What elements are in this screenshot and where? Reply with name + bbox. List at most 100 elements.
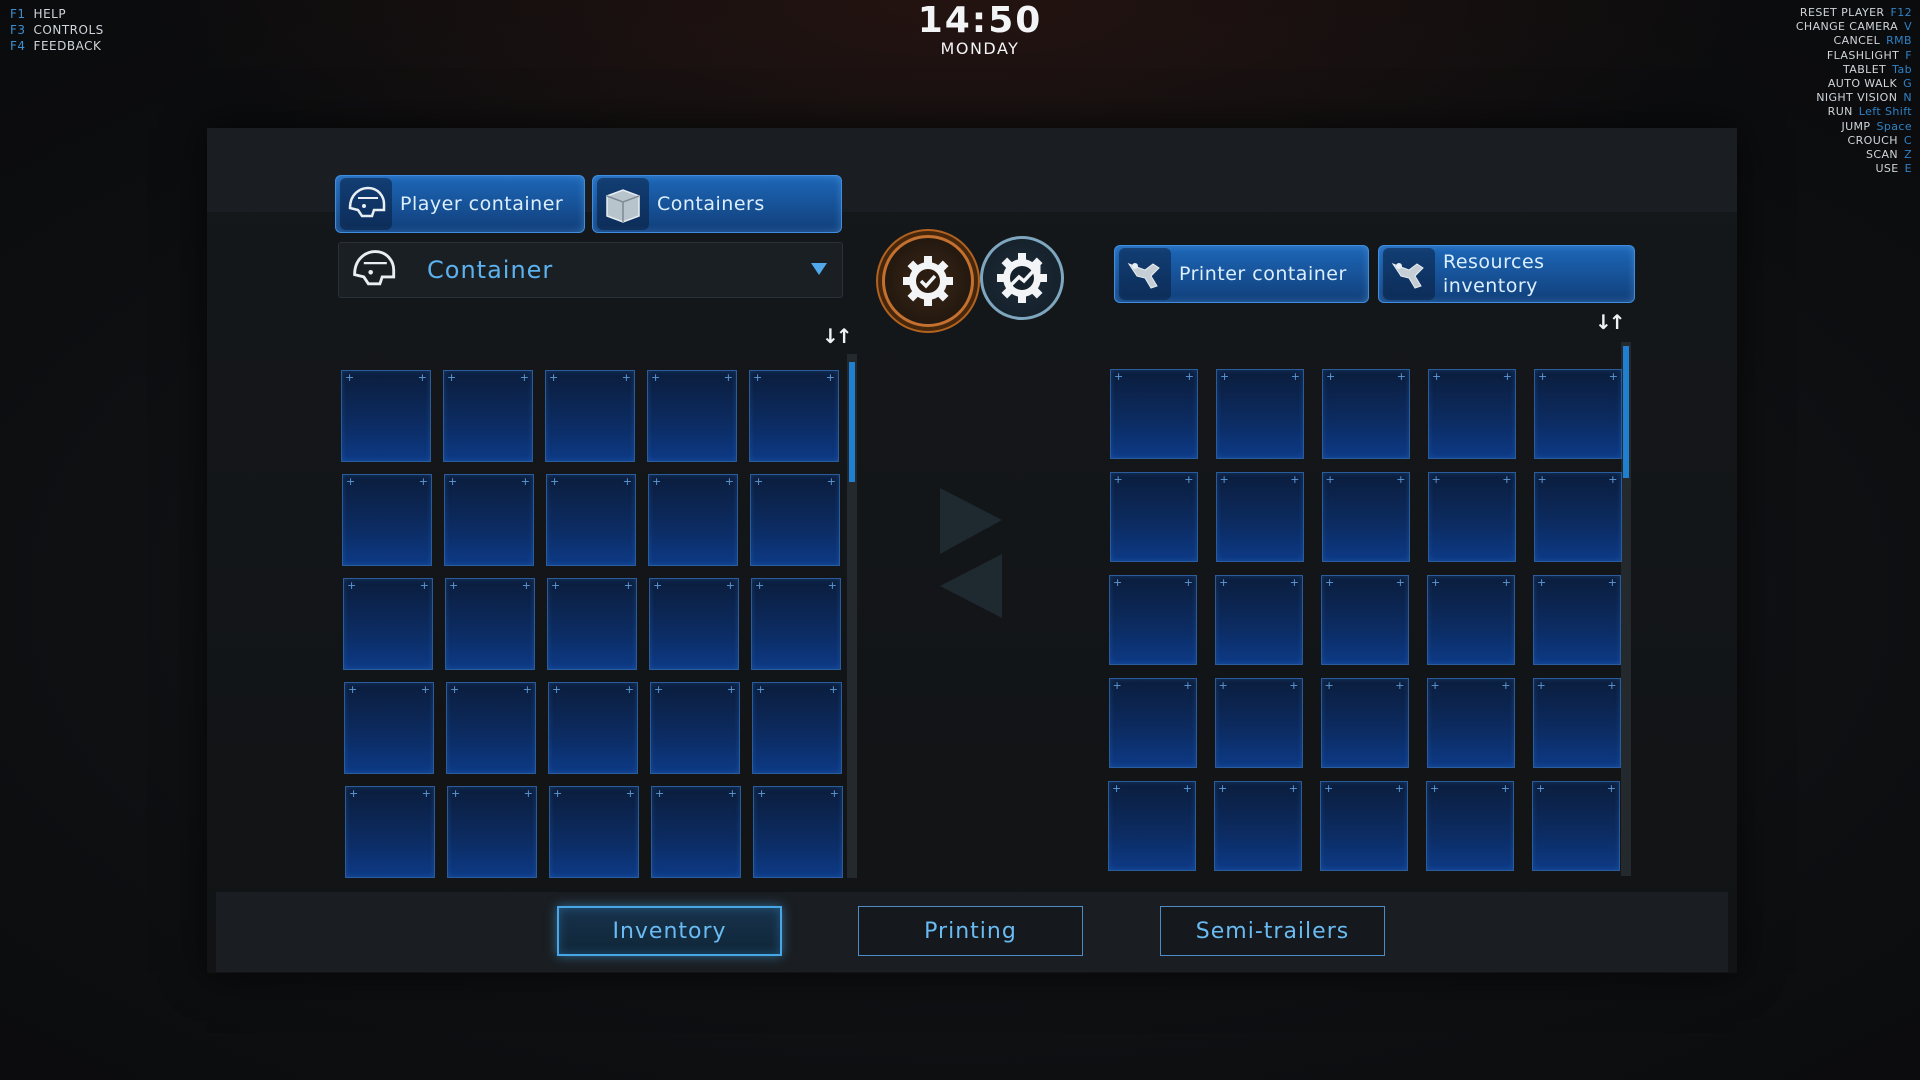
slot-corner-mark: +: [451, 787, 461, 800]
transfer-right-arrow-icon[interactable]: [940, 488, 1002, 554]
inventory-slot[interactable]: + +: [1321, 575, 1409, 665]
tab-containers[interactable]: Containers: [592, 175, 842, 233]
inventory-slot[interactable]: + +: [750, 474, 840, 566]
nav-semi-trailers-button[interactable]: Semi-trailers: [1160, 906, 1385, 956]
inventory-slot[interactable]: + +: [1534, 369, 1622, 459]
slot-corner-mark: +: [522, 683, 532, 696]
inventory-slot[interactable]: + +: [1109, 472, 1198, 562]
inventory-slot[interactable]: + +: [1427, 575, 1515, 665]
tab-player-container[interactable]: Player container: [335, 175, 585, 233]
inventory-slot[interactable]: + +: [445, 578, 535, 670]
hotkey-list-left: F1 HELP F3 CONTROLS F4 FEEDBACK: [10, 6, 104, 54]
right-scrollbar-thumb[interactable]: [1623, 346, 1629, 478]
inventory-slot[interactable]: + +: [1110, 369, 1198, 459]
slot-corner-mark: +: [551, 579, 561, 592]
slot-corner-mark: +: [1219, 576, 1229, 589]
inventory-slot[interactable]: + +: [447, 786, 537, 878]
inventory-slot[interactable]: + +: [1321, 472, 1410, 562]
right-scrollbar[interactable]: [1621, 342, 1631, 876]
inventory-slot[interactable]: + +: [446, 682, 536, 774]
inventory-slot[interactable]: + +: [647, 370, 737, 462]
tab-resources-inventory[interactable]: Resources inventory: [1378, 245, 1635, 303]
slot-corner-mark: +: [1218, 782, 1228, 795]
inventory-slot[interactable]: + +: [751, 578, 841, 670]
slot-corner-mark: +: [1325, 576, 1335, 589]
hotkey-list-right: RESET PLAYER F12 CHANGE CAMERA V CANCEL RMB…: [1796, 6, 1912, 176]
inventory-slot[interactable]: + +: [444, 474, 534, 566]
inventory-slot[interactable]: + +: [1320, 781, 1408, 871]
inventory-slot[interactable]: + +: [1427, 472, 1516, 562]
inventory-slot[interactable]: + +: [1426, 678, 1515, 768]
inventory-slot[interactable]: + +: [752, 682, 842, 774]
inventory-slot[interactable]: + +: [1322, 369, 1410, 459]
inventory-slot[interactable]: + +: [548, 682, 638, 774]
inventory-slot[interactable]: + +: [1533, 575, 1621, 665]
inventory-slot[interactable]: + +: [1215, 575, 1303, 665]
inventory-slot[interactable]: + +: [443, 370, 533, 462]
tab-printer-container[interactable]: Printer container: [1114, 245, 1369, 303]
hotkey-use: USE E: [1875, 162, 1912, 176]
slot-corner-mark: +: [1607, 679, 1617, 692]
inventory-slot[interactable]: + +: [649, 578, 739, 670]
inventory-slot[interactable]: + +: [650, 682, 740, 774]
slot-corner-mark: +: [1184, 473, 1194, 486]
inventory-slot[interactable]: + +: [1426, 781, 1514, 871]
inventory-slot[interactable]: + +: [648, 474, 738, 566]
inventory-slot[interactable]: + +: [549, 786, 639, 878]
helmet-icon: [340, 178, 392, 230]
sort-icon[interactable]: ↓↑: [1595, 310, 1625, 334]
inventory-slot[interactable]: + +: [1214, 781, 1302, 871]
slot-corner-mark: +: [1219, 473, 1229, 486]
hotkey-night-vision: NIGHT VISION N: [1816, 91, 1912, 105]
inventory-slot[interactable]: + +: [1533, 472, 1622, 562]
slot-corner-mark: +: [450, 683, 460, 696]
inventory-slot[interactable]: + +: [547, 578, 637, 670]
inventory-slot[interactable]: + +: [546, 474, 636, 566]
inventory-slot[interactable]: + +: [1214, 678, 1303, 768]
inventory-slot[interactable]: + +: [1320, 678, 1409, 768]
slot-corner-mark: +: [623, 579, 633, 592]
slot-corner-mark: +: [755, 579, 765, 592]
auto-sort-button[interactable]: [980, 236, 1064, 320]
slot-corner-mark: +: [1607, 576, 1617, 589]
sort-icon[interactable]: ↓↑: [822, 324, 852, 348]
slot-corner-mark: +: [651, 371, 661, 384]
slot-corner-mark: +: [825, 371, 835, 384]
inventory-slot[interactable]: + +: [749, 370, 839, 462]
inventory-slot[interactable]: + +: [341, 370, 431, 462]
inventory-slot[interactable]: + +: [1108, 678, 1197, 768]
confirm-button[interactable]: [882, 235, 974, 327]
slot-corner-mark: +: [1288, 782, 1298, 795]
inventory-slot[interactable]: + +: [545, 370, 635, 462]
nav-inventory-button[interactable]: Inventory: [557, 906, 782, 956]
slot-corner-mark: +: [449, 579, 459, 592]
inventory-slot[interactable]: + +: [753, 786, 843, 878]
hotkey-reset-player: RESET PLAYER F12: [1799, 6, 1912, 19]
transfer-left-arrow-icon[interactable]: [940, 554, 1002, 618]
clock-time: 14:50: [917, 0, 1043, 41]
slot-corner-mark: +: [1113, 473, 1123, 486]
left-scrollbar-thumb[interactable]: [849, 362, 855, 482]
slot-corner-mark: +: [1324, 782, 1334, 795]
inventory-slot[interactable]: + +: [1109, 575, 1197, 665]
slot-corner-mark: +: [1113, 576, 1123, 589]
slot-corner-mark: +: [1536, 782, 1546, 795]
slot-corner-mark: +: [622, 475, 632, 488]
left-scrollbar[interactable]: [847, 354, 857, 878]
inventory-slot[interactable]: + +: [345, 786, 435, 878]
inventory-slot[interactable]: + +: [342, 474, 432, 566]
inventory-slot[interactable]: + +: [1216, 369, 1304, 459]
inventory-slot[interactable]: + +: [1532, 781, 1620, 871]
slot-corner-mark: +: [1608, 473, 1618, 486]
inventory-slot[interactable]: + +: [1215, 472, 1304, 562]
inventory-slot[interactable]: + +: [1108, 781, 1196, 871]
container-select[interactable]: Container: [338, 242, 843, 298]
slot-corner-mark: +: [826, 475, 836, 488]
nav-printing-button[interactable]: Printing: [858, 906, 1083, 956]
inventory-slot[interactable]: + +: [651, 786, 741, 878]
slot-corner-mark: +: [1537, 473, 1547, 486]
inventory-slot[interactable]: + +: [1532, 678, 1621, 768]
inventory-slot[interactable]: + +: [344, 682, 434, 774]
inventory-slot[interactable]: + +: [343, 578, 433, 670]
inventory-slot[interactable]: + +: [1428, 369, 1516, 459]
